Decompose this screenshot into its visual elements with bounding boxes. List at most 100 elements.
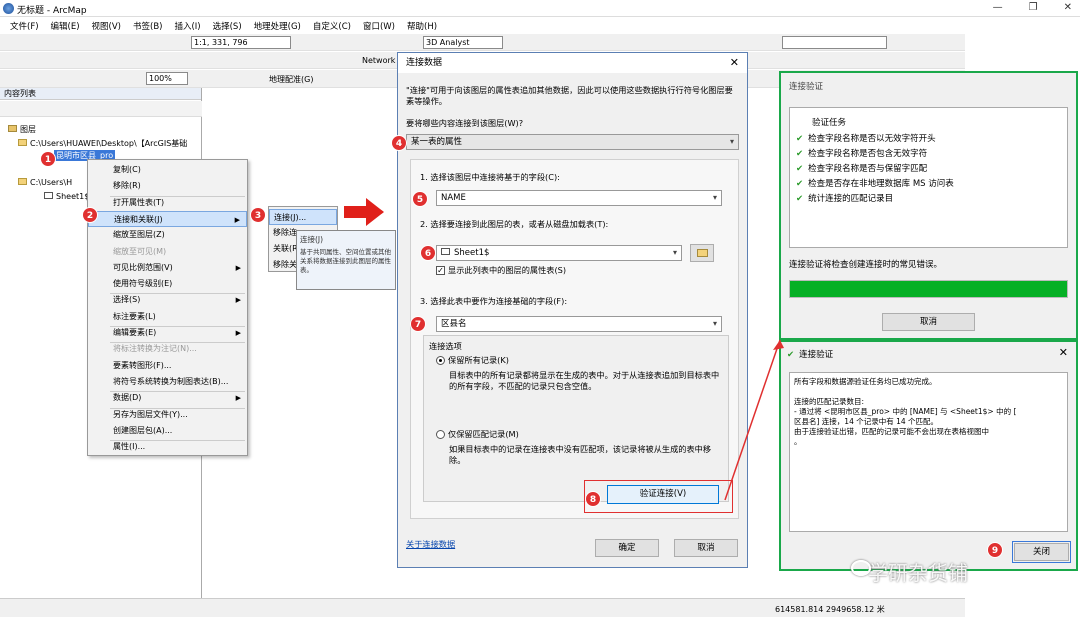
menu-item-icon (94, 377, 104, 387)
toc-root[interactable]: 图层 (8, 124, 36, 135)
context-menu-item[interactable]: 将符号系统转换为制图表达(B)... (88, 374, 247, 390)
task-header: 验证任务 (812, 118, 847, 128)
join-question: 要将哪些内容连接到该图层(W)? (406, 118, 524, 128)
context-menu-item[interactable]: 另存为图层文件(Y)... (88, 407, 247, 423)
menu-item[interactable]: 窗口(W) (363, 20, 395, 32)
toc-toolbar (0, 101, 202, 117)
toolbar-combo-right[interactable] (782, 36, 887, 49)
validation-result-title: ✔ 连接验证 (787, 350, 834, 360)
menu-item[interactable]: 视图(V) (92, 20, 121, 32)
toc-folder-1[interactable]: C:\Users\HUAWEI\Desktop\【ArcGIS基础 (18, 138, 187, 149)
menu-item-icon (94, 312, 104, 322)
toc-folder-2[interactable]: C:\Users\H (18, 178, 72, 187)
result-close-icon[interactable]: ✕ (1059, 346, 1068, 359)
watermark-text: 学研杂货铺 (868, 561, 968, 585)
table-icon (441, 248, 450, 255)
menu-item[interactable]: 帮助(H) (407, 20, 437, 32)
menu-item-icon (94, 361, 104, 371)
context-menu-item[interactable]: 缩放至可见(M) (88, 244, 247, 260)
ok-button[interactable]: 确定 (595, 539, 659, 557)
toc-table[interactable]: Sheet1$ (44, 192, 89, 201)
menu-item[interactable]: 自定义(C) (313, 20, 351, 32)
toc-header: 内容列表 (0, 88, 201, 100)
menu-item-icon (94, 344, 104, 354)
submenu-arrow-icon: ▶ (235, 263, 241, 272)
result-line: 所有字段和数据源验证任务均已成功完成。 (794, 377, 937, 386)
join-options-label: 连接选项 (429, 341, 462, 351)
menu-item[interactable]: 编辑(E) (51, 20, 80, 32)
validation-task: ✔ 统计连接的匹配记录目 (796, 194, 894, 204)
check-icon: ✔ (796, 149, 804, 159)
layer-field-select[interactable]: NAME ▾ (436, 190, 722, 206)
validation-cancel-button[interactable]: 取消 (882, 313, 975, 331)
menu-item[interactable]: 插入(I) (174, 20, 200, 32)
close-button[interactable]: 关闭 (1014, 543, 1069, 561)
menu-item-icon (94, 442, 104, 452)
menu-item[interactable]: 文件(F) (10, 20, 39, 32)
menu-item-icon (94, 165, 104, 175)
minimize-button[interactable]: — (993, 2, 1003, 13)
check-icon: ✔ (796, 179, 804, 189)
georef-menu[interactable]: 地理配准(G) (269, 74, 313, 85)
menu-item-icon (94, 181, 104, 191)
context-menu-item[interactable]: 选择(S) ▶ (88, 292, 247, 308)
validate-join-button[interactable]: 验证连接(V) (607, 485, 719, 504)
context-menu-item[interactable]: 编辑要素(E) ▶ (88, 325, 247, 341)
menu-item-icon (94, 279, 104, 289)
step3-label: 3. 选择此表中要作为连接基础的字段(F): (420, 296, 568, 306)
step2-label: 2. 选择要连接到此图层的表，或者从磁盘加载表(T): (420, 219, 609, 229)
menu-item-icon (94, 198, 104, 208)
context-menu-item[interactable]: 要素转图形(F)... (88, 358, 247, 374)
validation-result-text: 所有字段和数据源验证任务均已成功完成。 连接的匹配记录数目: - 通过将 <昆明市区… (789, 372, 1068, 532)
context-menu-item[interactable]: 复制(C) (88, 162, 247, 178)
restore-button[interactable]: ❐ (1029, 2, 1038, 13)
context-menu-item[interactable]: 打开属性表(T) (88, 195, 247, 211)
menu-item[interactable]: 选择(S) (213, 20, 242, 32)
analyst-combo[interactable]: 3D Analyst (423, 36, 503, 49)
validation-task-list: 验证任务 ✔ 检查字段名称是否以无效字符开头 ✔ 检查字段名称是否包含无效字符 ✔ 检查字… (789, 107, 1068, 248)
dialog-intro: "连接"可用于向该图层的属性表追加其他数据，因此可以使用这些数据执行行符号化图层… (406, 85, 733, 106)
validation-status: 连接验证将检查创建连接时的常见错误。 (789, 260, 943, 270)
menu-item-icon (94, 263, 104, 273)
context-menu-item[interactable]: 连接和关联(J) ▶ (88, 210, 247, 227)
context-menu-item[interactable]: 标注要素(L) (88, 309, 247, 325)
result-line: 连接的匹配记录数目: (794, 397, 865, 406)
context-menu-item[interactable]: 移除(R) (88, 178, 247, 194)
submenu-arrow-icon: ▶ (234, 215, 240, 224)
chevron-down-icon: ▾ (729, 137, 734, 146)
validation-progress-bar (789, 280, 1068, 298)
browse-folder-button[interactable] (690, 244, 714, 262)
scale-combo[interactable]: 1:1, 331, 796 (191, 36, 291, 49)
context-menu-item[interactable]: 创建图层包(A)... (88, 423, 247, 439)
join-table-select[interactable]: Sheet1$ ▾ (436, 245, 682, 261)
chevron-down-icon: ▾ (712, 319, 717, 328)
join-type-select[interactable]: 某一表的属性 ▾ (406, 134, 739, 150)
context-menu-item[interactable]: 数据(D) ▶ (88, 390, 247, 406)
keep-all-radio[interactable]: 保留所有记录(K) (436, 355, 509, 366)
table-field-select[interactable]: 区县名 ▾ (436, 316, 722, 332)
step1-label: 1. 选择该图层中连接将基于的字段(C): (420, 172, 560, 182)
keep-all-desc: 目标表中的所有记录都将显示在生成的表中。对于从连接表追加到目标表中的所有字段，不… (449, 370, 720, 391)
close-window-button[interactable]: ✕ (1064, 2, 1072, 13)
dialog-close-icon[interactable]: ✕ (730, 53, 739, 73)
context-menu-item[interactable]: 可见比例范围(V) ▶ (88, 260, 247, 276)
menu-item[interactable]: 地理处理(G) (254, 20, 301, 32)
context-menu-item[interactable]: 使用符号级别(E) (88, 276, 247, 292)
step-badge-4: 4 (391, 135, 407, 151)
keep-matching-radio[interactable]: 仅保留匹配记录(M) (436, 429, 519, 440)
result-line: 区县名] 连接，14 个记录中有 14 个匹配。 (794, 417, 939, 426)
menu-item-icon (94, 393, 104, 403)
dialog-titlebar: 连接数据 ✕ (398, 53, 747, 73)
context-menu-item[interactable]: 将标注转换为注记(N)... (88, 341, 247, 357)
join-menu-item[interactable]: 连接(J)... (269, 209, 337, 225)
chevron-down-icon: ▾ (712, 193, 717, 202)
menu-item[interactable]: 书签(B) (133, 20, 162, 32)
result-line (794, 387, 1063, 397)
context-menu-item[interactable]: 属性(I)... (88, 439, 247, 455)
show-attr-checkbox[interactable]: ✓ 显示此列表中的图层的属性表(S) (436, 265, 566, 276)
cancel-button[interactable]: 取消 (674, 539, 738, 557)
zoom-combo[interactable]: 100% (146, 72, 188, 85)
about-join-link[interactable]: 关于连接数据 (406, 539, 455, 550)
table-icon (44, 192, 53, 199)
context-menu-item[interactable]: 缩放至图层(Z) (88, 227, 247, 243)
